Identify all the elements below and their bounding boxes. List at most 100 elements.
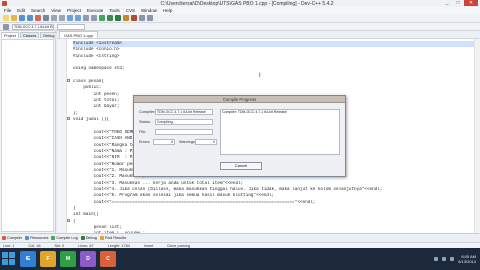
line-gutter: [57, 39, 67, 233]
replace-icon[interactable]: [75, 15, 81, 21]
compiler-heading: Compiler: TDM-GCC 4.7.1 64-bit Release: [222, 110, 287, 114]
menu-edit[interactable]: Edit: [17, 8, 25, 13]
system-tray: 8:05 AM 6/13/2014: [434, 248, 476, 270]
status-line: Line: 1: [3, 243, 15, 248]
print-icon[interactable]: [43, 15, 49, 21]
menu-project[interactable]: Project: [67, 8, 81, 13]
rebuild-icon[interactable]: [123, 15, 129, 21]
compiler-label: Compiler:: [139, 110, 156, 114]
compile-icon[interactable]: [99, 15, 105, 21]
clock[interactable]: 8:05 AM 6/13/2014: [458, 254, 476, 264]
undo-icon[interactable]: [51, 15, 57, 21]
compile-log-icon: [51, 236, 56, 240]
output-tab-bar: Compiler Resources Compile Log Debug Fin…: [0, 233, 480, 242]
debug-check-icon: [80, 236, 85, 240]
network-icon[interactable]: [434, 257, 439, 261]
window-title: C:\Users\tersai\D\Desktop\UTS\GAS PBO 1.…: [160, 0, 334, 7]
tab-compiler[interactable]: Compiler: [2, 236, 22, 240]
devcpp-logo-icon: [2, 1, 7, 6]
status-col: Col: 18: [28, 243, 41, 248]
editor-tab-bar: GAS PBO 1.cpp: [57, 31, 480, 38]
close-button[interactable]: ✕: [464, 0, 478, 6]
errors-count: 0: [153, 139, 175, 145]
tab-resources-label: Resources: [30, 236, 49, 240]
save-all-icon[interactable]: [27, 15, 33, 21]
secondary-toolbar: TDM-GCC 4.7.1 64-bit Release: [0, 23, 480, 31]
debug-icon[interactable]: [131, 15, 137, 21]
tab-project[interactable]: Project: [1, 32, 19, 38]
file-label: File:: [139, 130, 147, 134]
compiler-field: TDM-GCC 4.7.1 64-bit Release: [155, 109, 213, 115]
mouse-cursor-icon: I: [259, 73, 261, 79]
menu-cvs[interactable]: CVS: [126, 8, 135, 13]
menu-help[interactable]: Help: [163, 8, 172, 13]
redo-icon[interactable]: [59, 15, 65, 21]
menu-view[interactable]: View: [51, 8, 61, 13]
menu-tools[interactable]: Tools: [109, 8, 120, 13]
menu-bar: File Edit Search View Project Execute To…: [0, 7, 480, 14]
main-toolbar: [0, 14, 480, 23]
errors-label: Errors:: [139, 140, 151, 144]
status-insert-mode: Insert: [143, 243, 154, 248]
unindent-icon[interactable]: [91, 15, 97, 21]
taskbar-app-devcpp[interactable]: D: [80, 251, 96, 267]
menu-execute[interactable]: Execute: [87, 8, 103, 13]
cancel-button[interactable]: Cancel: [220, 162, 262, 170]
taskbar-app-chrome[interactable]: C: [100, 251, 116, 267]
fold-toggle-icon[interactable]: [67, 79, 70, 82]
dialog-title: Compile Progress: [134, 96, 345, 103]
indent-icon[interactable]: [83, 15, 89, 21]
maximize-button[interactable]: □: [453, 0, 463, 6]
new-file-icon[interactable]: [3, 15, 9, 21]
tab-find-results-label: Find Results: [104, 236, 126, 240]
compile-run-icon[interactable]: [115, 15, 121, 21]
flag-icon[interactable]: [450, 257, 455, 261]
warnings-count: 0: [195, 139, 217, 145]
open-file-icon[interactable]: [11, 15, 17, 21]
volume-icon[interactable]: [442, 257, 447, 261]
clock-date: 6/13/2014: [458, 259, 476, 264]
save-icon[interactable]: [19, 15, 25, 21]
resources-icon: [25, 236, 30, 240]
close-file-icon[interactable]: [35, 15, 41, 21]
taskbar-app-ie[interactable]: IE: [20, 251, 36, 267]
find-icon[interactable]: [67, 15, 73, 21]
tab-debug[interactable]: Debug: [40, 32, 58, 38]
minimize-button[interactable]: _: [442, 0, 452, 6]
find-results-icon: [99, 236, 104, 240]
tab-classes[interactable]: Classes: [19, 32, 40, 38]
goto-icon[interactable]: [3, 23, 9, 30]
fold-column: [67, 39, 71, 233]
menu-search[interactable]: Search: [31, 8, 45, 13]
project-icon[interactable]: [147, 15, 153, 21]
profile-icon[interactable]: [139, 15, 145, 21]
start-button[interactable]: [2, 252, 16, 266]
tab-compile-log-label: Compile Log: [56, 236, 78, 240]
compile-log-box: Compiler: TDM-GCC 4.7.1 64-bit Release: [220, 109, 340, 155]
tab-file-gas-pbo[interactable]: GAS PBO 1.cpp: [59, 31, 98, 38]
class-select[interactable]: [57, 23, 85, 30]
tab-resources[interactable]: Resources: [25, 236, 48, 240]
title-bar: C:\Users\tersai\D\Desktop\UTS\GAS PBO 1.…: [0, 0, 480, 7]
tab-compile-log[interactable]: Compile Log: [51, 236, 78, 240]
taskbar-app-media[interactable]: M: [60, 251, 76, 267]
status-length: Length: 1784: [107, 243, 130, 248]
status-field: Compiling...: [155, 119, 213, 125]
compile-progress-dialog: Compile Progress Compiler: TDM-GCC 4.7.1…: [133, 95, 346, 177]
tab-find-results[interactable]: Find Results: [99, 236, 126, 240]
fold-toggle-icon[interactable]: [67, 219, 70, 222]
fold-toggle-icon[interactable]: [67, 117, 70, 120]
project-tree[interactable]: [1, 39, 54, 232]
tab-compiler-label: Compiler: [7, 236, 23, 240]
run-icon[interactable]: [107, 15, 113, 21]
taskbar-app-explorer[interactable]: F: [40, 251, 56, 267]
tab-debug-output[interactable]: Debug: [80, 236, 97, 240]
menu-window[interactable]: Window: [141, 8, 157, 13]
file-field: [155, 129, 213, 135]
window-controls: _ □ ✕: [442, 0, 478, 6]
editor-scrollbar[interactable]: [474, 39, 480, 233]
status-label: Status:: [139, 120, 151, 124]
menu-file[interactable]: File: [4, 8, 11, 13]
compiler-select[interactable]: TDM-GCC 4.7.1 64-bit Release: [12, 23, 54, 30]
status-sel: Sel: 0: [54, 243, 65, 248]
